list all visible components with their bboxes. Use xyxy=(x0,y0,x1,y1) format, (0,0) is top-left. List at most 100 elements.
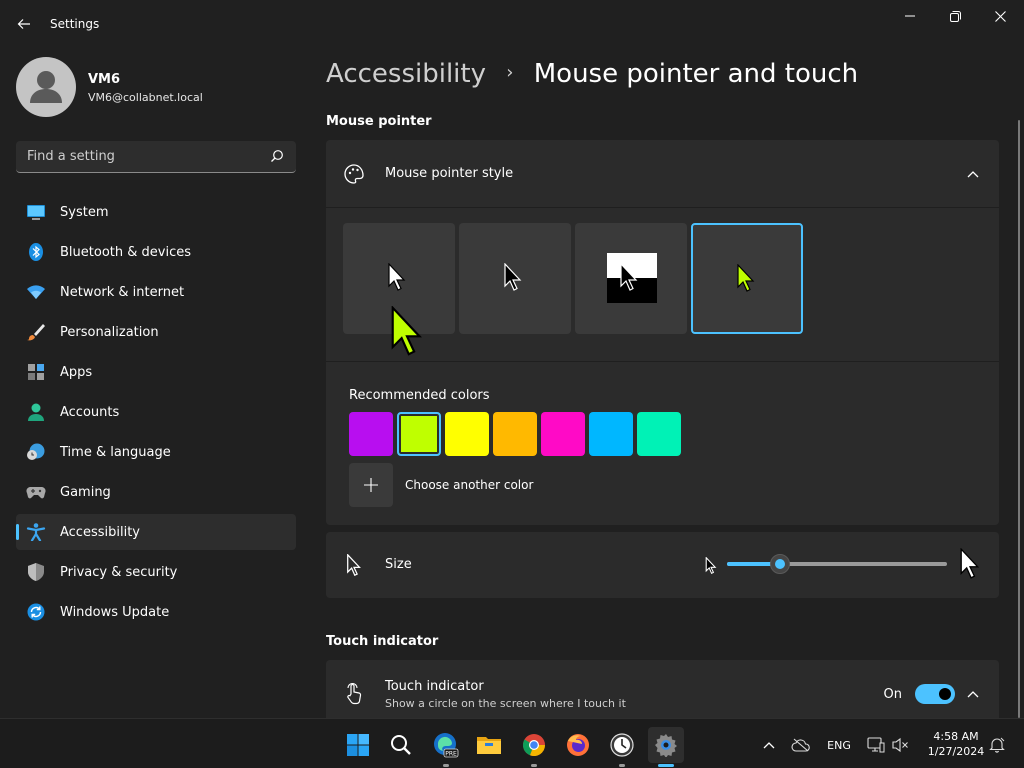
expand-touch-button[interactable] xyxy=(961,682,985,706)
taskbar-settings[interactable] xyxy=(648,727,684,767)
sidebar-item-accessibility[interactable]: Accessibility xyxy=(16,514,296,550)
color-swatch-mint[interactable] xyxy=(637,412,681,456)
color-swatch-gold[interactable] xyxy=(493,412,537,456)
system-icon xyxy=(27,205,45,220)
chevron-up-icon xyxy=(763,742,775,749)
choose-another-color-button[interactable] xyxy=(349,463,393,507)
sidebar-item-label: Bluetooth & devices xyxy=(60,244,191,260)
maximize-button[interactable] xyxy=(933,2,977,30)
mouse-cursor-icon xyxy=(391,306,422,356)
size-card: Size xyxy=(326,532,999,598)
back-arrow-icon xyxy=(17,19,30,29)
color-swatch-pink[interactable] xyxy=(541,412,585,456)
taskbar-edge-pre[interactable]: PRE xyxy=(428,727,464,767)
plus-icon xyxy=(364,478,378,492)
accounts-icon xyxy=(28,403,44,421)
sidebar-item-privacy-security[interactable]: Privacy & security xyxy=(16,554,296,590)
sidebar-item-apps[interactable]: Apps xyxy=(16,354,296,390)
volume-tray[interactable] xyxy=(890,735,910,755)
sidebar-item-label: Accounts xyxy=(60,404,120,420)
user-name: VM6 xyxy=(88,72,121,87)
touch-indicator-toggle[interactable] xyxy=(915,684,955,704)
section-title-mouse-pointer: Mouse pointer xyxy=(326,114,432,129)
globe-clock-icon xyxy=(27,443,45,460)
breadcrumb: Accessibility › Mouse pointer and touch xyxy=(326,59,858,89)
large-pointer-icon xyxy=(960,548,980,579)
language-indicator[interactable]: ENG xyxy=(824,735,854,755)
small-pointer-icon xyxy=(705,557,717,574)
svg-text:PRE: PRE xyxy=(445,750,457,757)
sidebar-item-windows-update[interactable]: Windows Update xyxy=(16,594,296,630)
touch-indicator-card[interactable]: Touch indicator Show a circle on the scr… xyxy=(326,660,999,718)
taskbar-firefox[interactable] xyxy=(560,727,596,763)
sidebar-item-gaming[interactable]: Gaming xyxy=(16,474,296,510)
mouse-pointer-style-card: Mouse pointer style Recommended colors C… xyxy=(326,140,999,525)
sidebar-item-time-language[interactable]: Time & language xyxy=(16,434,296,470)
taskbar-chrome[interactable] xyxy=(516,727,552,767)
avatar[interactable] xyxy=(16,57,76,117)
breadcrumb-separator: › xyxy=(506,62,514,83)
pointer-style-inverted[interactable] xyxy=(575,223,687,334)
notification-center-button[interactable] xyxy=(987,735,1007,755)
taskbar-clock-app[interactable] xyxy=(604,727,640,767)
color-swatch-purple[interactable] xyxy=(349,412,393,456)
search-icon[interactable] xyxy=(270,149,284,163)
running-indicator xyxy=(658,764,674,767)
sidebar-item-label: Time & language xyxy=(60,444,171,460)
chevron-up-icon xyxy=(967,171,979,178)
sidebar-item-accounts[interactable]: Accounts xyxy=(16,394,296,430)
color-swatch-yellow[interactable] xyxy=(445,412,489,456)
sidebar-item-personalization[interactable]: Personalization xyxy=(16,314,296,350)
breadcrumb-parent-link[interactable]: Accessibility xyxy=(326,59,486,89)
pointer-style-black[interactable] xyxy=(459,223,571,334)
mouse-pointer-style-header[interactable]: Mouse pointer style xyxy=(326,140,999,208)
taskbar-search-button[interactable] xyxy=(383,727,419,763)
close-button[interactable] xyxy=(978,2,1022,30)
brush-icon xyxy=(27,324,45,341)
search-box xyxy=(16,141,296,173)
sidebar-item-label: Windows Update xyxy=(60,604,170,620)
apps-icon xyxy=(28,364,44,380)
minimize-button[interactable] xyxy=(888,2,932,30)
color-swatch-sky-blue[interactable] xyxy=(589,412,633,456)
network-tray[interactable] xyxy=(866,735,886,755)
minimize-icon xyxy=(905,15,915,17)
sidebar-item-label: Accessibility xyxy=(60,524,140,540)
accessibility-icon xyxy=(26,523,46,541)
toggle-knob xyxy=(939,688,951,700)
pointer-size-icon xyxy=(347,554,361,576)
chevron-up-icon xyxy=(967,691,979,698)
sidebar-item-bluetooth[interactable]: Bluetooth & devices xyxy=(16,234,296,270)
size-label: Size xyxy=(385,557,412,572)
chrome-icon xyxy=(522,734,546,757)
pointer-style-custom[interactable] xyxy=(691,223,803,334)
search-input[interactable] xyxy=(16,141,256,172)
back-button[interactable] xyxy=(10,10,38,38)
color-swatch-lime[interactable] xyxy=(397,412,441,456)
network-icon xyxy=(867,737,885,753)
user-email: VM6@collabnet.local xyxy=(88,91,203,104)
touch-toggle-state: On xyxy=(883,687,902,702)
black-pointer-icon xyxy=(504,263,522,291)
taskbar-file-explorer[interactable] xyxy=(471,727,507,763)
search-icon xyxy=(391,735,411,755)
user-silhouette-icon xyxy=(30,71,62,103)
show-hidden-icons-button[interactable] xyxy=(760,735,778,755)
sidebar-item-label: Apps xyxy=(60,364,93,380)
collapse-button[interactable] xyxy=(961,162,985,186)
sidebar-item-network[interactable]: Network & internet xyxy=(16,274,296,310)
wifi-icon xyxy=(27,285,45,299)
edge-pre-icon: PRE xyxy=(434,733,459,758)
onedrive-tray[interactable] xyxy=(790,735,812,755)
size-slider[interactable] xyxy=(727,554,947,574)
start-button[interactable] xyxy=(340,727,376,763)
volume-muted-icon xyxy=(892,737,908,753)
sidebar-item-system[interactable]: System xyxy=(16,194,296,230)
running-indicator xyxy=(531,764,537,767)
sidebar-item-label: Network & internet xyxy=(60,284,185,300)
close-icon xyxy=(994,10,1006,22)
bluetooth-icon xyxy=(29,243,43,261)
choose-another-color-label[interactable]: Choose another color xyxy=(405,478,533,492)
size-slider-thumb[interactable] xyxy=(769,554,790,574)
scrollbar[interactable] xyxy=(1018,120,1020,718)
